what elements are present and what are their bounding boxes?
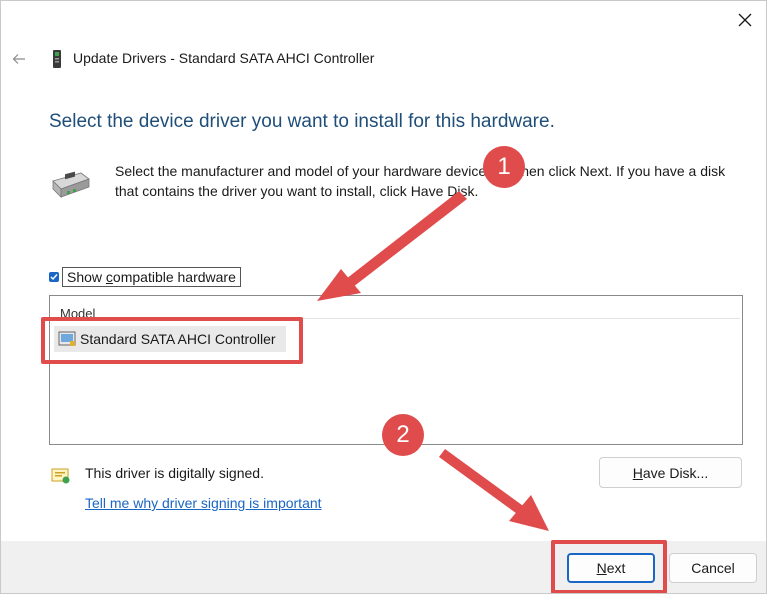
step-badge-2: 2: [382, 414, 424, 456]
update-drivers-window: Update Drivers - Standard SATA AHCI Cont…: [0, 0, 767, 594]
arrow-2: [439, 449, 549, 531]
arrow-1: [317, 191, 467, 301]
annotation-arrows: [317, 191, 549, 531]
step-badge-1: 1: [483, 146, 525, 188]
